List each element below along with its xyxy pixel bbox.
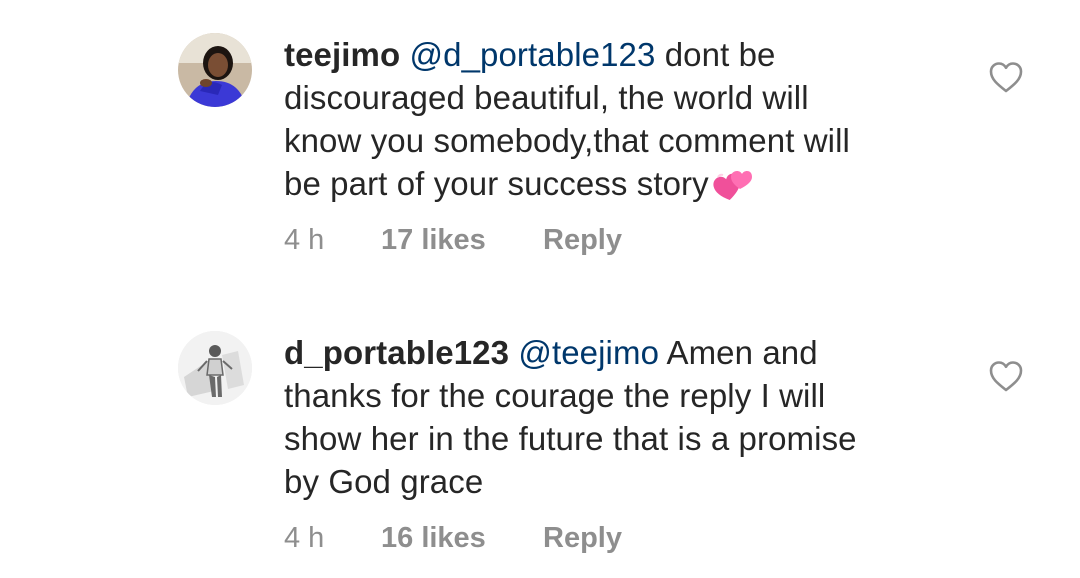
comment-body-line: dont be: [655, 36, 776, 73]
comment-timestamp: 4 h: [284, 522, 325, 554]
comment-timestamp: 4 h: [284, 224, 325, 256]
two-hearts-emoji-icon: [713, 171, 752, 201]
comment-text: d_portable123 @teejimo Amen and thanks f…: [284, 331, 944, 503]
comment-body-line: thanks for the courage the reply I will: [284, 377, 826, 414]
comment-mention[interactable]: @d_portable123: [410, 36, 656, 73]
comment-username[interactable]: d_portable123: [284, 334, 509, 371]
comment-body-line: discouraged beautiful, the world will: [284, 79, 809, 116]
comment-body-line: be part of your success story: [284, 165, 709, 202]
avatar[interactable]: [178, 33, 252, 107]
comment-body-line: by God grace: [284, 463, 484, 500]
comment-body-line: know you somebody,that comment will: [284, 122, 850, 159]
heart-icon[interactable]: [988, 60, 1024, 94]
comment-body-line: Amen and: [659, 334, 818, 371]
reply-button[interactable]: Reply: [543, 522, 622, 555]
comment-likes-count[interactable]: 16 likes: [381, 522, 486, 555]
avatar[interactable]: [178, 331, 252, 405]
comment-text: teejimo @d_portable123 dont be discourag…: [284, 33, 944, 205]
comment-likes-count[interactable]: 17 likes: [381, 224, 486, 257]
heart-icon[interactable]: [988, 359, 1024, 393]
comment-mention[interactable]: @teejimo: [518, 334, 659, 371]
reply-button[interactable]: Reply: [543, 224, 622, 257]
comment-username[interactable]: teejimo: [284, 36, 400, 73]
comment-body-line: show her in the future that is a promise: [284, 420, 857, 457]
